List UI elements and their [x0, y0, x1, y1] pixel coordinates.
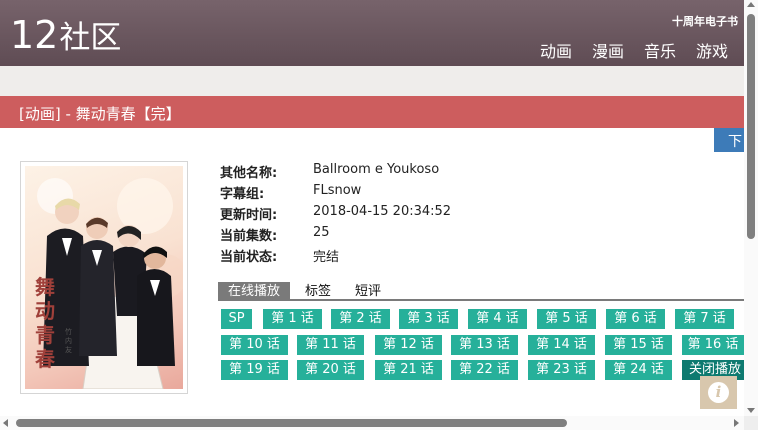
- scroll-up-arrow-icon[interactable]: [747, 2, 755, 7]
- episode-button[interactable]: 第 3 话: [399, 309, 458, 329]
- episode-button[interactable]: 第 1 话: [263, 309, 322, 329]
- episode-button[interactable]: 第 24 话: [605, 360, 672, 380]
- scrollbar-corner: [744, 416, 758, 430]
- info-key: 更新时间:: [220, 208, 278, 223]
- info-key: 当前集数:: [220, 229, 278, 244]
- episode-button[interactable]: 第 20 话: [297, 360, 364, 380]
- info-key: 其他名称:: [220, 166, 278, 181]
- episode-button[interactable]: 第 14 话: [528, 335, 595, 355]
- info-icon: i: [708, 382, 729, 403]
- info-key: 当前状态:: [220, 250, 278, 265]
- cover-image: 舞 动 青 春 竹 内 友: [20, 161, 188, 394]
- nav-games[interactable]: 游戏: [696, 38, 728, 62]
- episode-button[interactable]: 第 22 话: [451, 360, 518, 380]
- episode-button[interactable]: 第 5 话: [537, 309, 596, 329]
- episode-button[interactable]: 第 21 话: [375, 360, 442, 380]
- scroll-left-arrow-icon[interactable]: [3, 419, 8, 427]
- episode-button[interactable]: 第 6 话: [606, 309, 665, 329]
- cover-art: 舞 动 青 春 竹 内 友: [25, 166, 183, 389]
- episode-button[interactable]: 第 2 话: [331, 309, 390, 329]
- site-header: 12 社区 十周年电子书 动画 漫画 音乐 游戏: [0, 0, 744, 66]
- episode-button[interactable]: 第 19 话: [221, 360, 288, 380]
- site-logo[interactable]: 12 社区: [10, 14, 121, 56]
- episode-button[interactable]: 第 15 话: [605, 335, 672, 355]
- nav-music[interactable]: 音乐: [644, 38, 676, 62]
- nav-manga[interactable]: 漫画: [592, 38, 624, 62]
- info-float-button[interactable]: i: [700, 376, 737, 409]
- info-value: 25: [313, 225, 330, 240]
- horizontal-scrollbar-thumb[interactable]: [16, 419, 567, 427]
- info-value: FLsnow: [313, 183, 362, 198]
- title-bar: [动画] - 舞动青春【完】: [0, 96, 744, 128]
- episode-button[interactable]: 第 10 话: [221, 335, 288, 355]
- cover-title-2: 动: [35, 299, 55, 323]
- cover-title-4: 春: [34, 347, 56, 371]
- info-key: 字幕组:: [220, 187, 265, 202]
- cover-illustration: 舞 动 青 春 竹 内 友: [34, 178, 183, 389]
- logo-text: 社区: [59, 20, 122, 56]
- episode-button[interactable]: 第 16 话: [682, 335, 744, 355]
- nav-anime[interactable]: 动画: [540, 38, 572, 62]
- horizontal-scrollbar[interactable]: [0, 416, 744, 430]
- episode-button[interactable]: SP: [221, 309, 252, 329]
- scroll-down-arrow-icon[interactable]: [747, 408, 755, 413]
- cover-author-1: 竹: [65, 327, 72, 336]
- download-tab[interactable]: 下: [714, 128, 744, 152]
- cover-author-2: 内: [65, 336, 72, 345]
- vertical-scrollbar-thumb[interactable]: [747, 14, 755, 239]
- header-band: [0, 66, 744, 96]
- tab-online-play[interactable]: 在线播放: [218, 282, 291, 301]
- logo-number: 12: [10, 13, 59, 57]
- scroll-right-arrow-icon[interactable]: [734, 419, 739, 427]
- info-value: 2018-04-15 20:34:52: [313, 204, 452, 219]
- episode-button[interactable]: 第 4 话: [468, 309, 527, 329]
- tab-short-reviews[interactable]: 短评: [355, 282, 381, 301]
- cover-title-3: 青: [35, 323, 55, 347]
- episode-button[interactable]: 第 11 话: [297, 335, 364, 355]
- episode-list: SP 第 1 话 第 2 话 第 3 话 第 4 话 第 5 话 第 6 话 第…: [221, 309, 744, 381]
- cover-title-1: 舞: [35, 275, 55, 299]
- cover-author-3: 友: [65, 345, 72, 354]
- episode-button[interactable]: 第 13 话: [451, 335, 518, 355]
- vertical-scrollbar[interactable]: [744, 0, 758, 416]
- detail-tabs: 在线播放 标签 短评: [218, 282, 744, 301]
- anniversary-ebook-link[interactable]: 十周年电子书: [672, 13, 738, 29]
- episode-button[interactable]: 第 23 话: [528, 360, 595, 380]
- info-value: 完结: [313, 250, 340, 265]
- page-title: [动画] - 舞动青春【完】: [19, 105, 181, 123]
- tab-tags[interactable]: 标签: [305, 282, 331, 301]
- episode-button[interactable]: 第 7 话: [675, 309, 734, 329]
- episode-button[interactable]: 第 12 话: [375, 335, 442, 355]
- main-nav: 动画 漫画 音乐 游戏: [520, 38, 728, 62]
- info-value: Ballroom e Youkoso: [313, 162, 440, 177]
